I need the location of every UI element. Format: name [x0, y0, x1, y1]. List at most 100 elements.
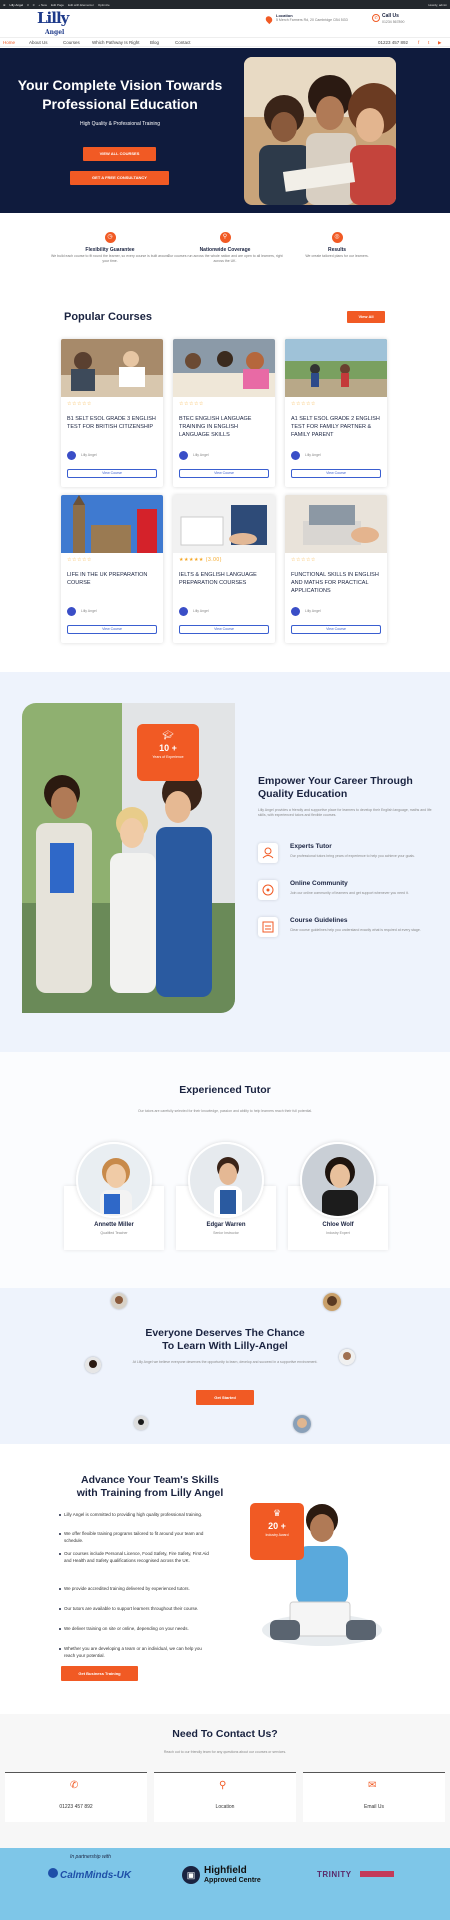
- youtube-icon[interactable]: ▶: [438, 40, 441, 46]
- course-title[interactable]: LIFE IN THE UK PREPARATION COURSE: [67, 571, 157, 587]
- feature-item-desc: Join our online community of learners an…: [290, 891, 409, 895]
- facebook-icon[interactable]: f: [418, 40, 419, 45]
- site-logo[interactable]: Lilly Angel: [37, 11, 69, 37]
- course-title[interactable]: B1 SELT ESOL GRADE 3 ENGLISH TEST FOR BR…: [67, 415, 157, 431]
- chance-title-line1: Everyone Deserves The Chance: [145, 1327, 305, 1339]
- location-icon: ⚲: [219, 1780, 227, 1791]
- admin-elementor[interactable]: Edit with Elementor: [68, 3, 94, 7]
- hero-title-line1: Your Complete Vision Towards: [17, 77, 223, 93]
- tutor-card[interactable]: Edgar Warren Senior Instructor: [176, 1142, 276, 1250]
- business-training-button[interactable]: Get Business Training: [61, 1666, 138, 1681]
- admin-edit-page[interactable]: Edit Page: [51, 3, 64, 7]
- rating-stars: ☆☆☆☆☆: [291, 557, 316, 563]
- nav-contact[interactable]: Contact: [175, 40, 191, 45]
- free-consultancy-button[interactable]: Get A Free Consultancy: [70, 171, 169, 185]
- tutor-role: Industry Expert: [326, 1231, 350, 1235]
- rating-stars: ☆☆☆☆☆: [67, 557, 92, 563]
- admin-user[interactable]: Howdy, admin: [428, 3, 447, 7]
- advance-bullet: Our tutors are available to support lear…: [59, 1605, 214, 1612]
- clock-icon: ◷: [104, 232, 116, 243]
- contact-email-card[interactable]: ✉ Email Us: [303, 1772, 445, 1822]
- view-course-button[interactable]: View Course: [291, 625, 381, 634]
- feature-flexibility: ◷ Flexibility Guarantee We build each co…: [50, 232, 170, 264]
- tutor-card[interactable]: Annette Miller Qualified Teacher: [64, 1142, 164, 1250]
- course-title[interactable]: IELTS & ENGLISH LANGUAGE PREPARATION COU…: [179, 571, 269, 587]
- contact-phone-card[interactable]: ✆ 01223 457 892: [5, 1772, 147, 1822]
- tutor-card[interactable]: Chloe Wolf Industry Expert: [288, 1142, 388, 1250]
- nav-about[interactable]: About Us: [29, 40, 48, 45]
- feature-coverage: ⚲ Nationwide Coverage Our courses run ac…: [165, 232, 285, 264]
- feature-title: Flexibility Guarantee: [85, 247, 135, 253]
- get-started-button[interactable]: Get Started: [196, 1390, 254, 1405]
- chance-desc: At Lilly Angel we believe everyone deser…: [132, 1360, 318, 1364]
- hero-image: [244, 57, 396, 205]
- location-pin-icon: [264, 14, 274, 25]
- course-card[interactable]: ☆☆☆☆☆ B1 SELT ESOL GRADE 3 ENGLISH TEST …: [61, 339, 163, 487]
- nav-phone[interactable]: 01223 457 892: [378, 40, 408, 45]
- experience-badge: 🎓︎ 10 + Years of Experience: [137, 724, 199, 781]
- admin-site-name[interactable]: Lilly Angel: [10, 3, 24, 7]
- view-course-button[interactable]: View Course: [67, 625, 157, 634]
- admin-updates[interactable]: 3: [27, 3, 29, 7]
- tutor-role: Senior Instructor: [213, 1231, 239, 1235]
- floating-avatar: [134, 1416, 148, 1430]
- tutor-name: Chloe Wolf: [322, 1222, 354, 1228]
- view-courses-button[interactable]: View All Courses: [83, 147, 156, 161]
- nav-pathway[interactable]: Which Pathway Is Right: [92, 40, 140, 45]
- course-card[interactable]: ☆☆☆☆☆ A1 SELT ESOL GRADE 2 ENGLISH TEST …: [285, 339, 387, 487]
- course-card[interactable]: ★★★★★ (3.00) IELTS & ENGLISH LANGUAGE PR…: [173, 495, 275, 643]
- view-course-button[interactable]: View Course: [179, 469, 269, 478]
- nav-blog[interactable]: Blog: [150, 40, 159, 45]
- badge-label: Industry Award: [265, 1533, 289, 1537]
- rating-stars: ☆☆☆☆☆: [179, 401, 204, 407]
- advance-bullet: Our courses include Personal Licence, Fo…: [59, 1550, 214, 1564]
- trinity-logo[interactable]: TRINITY: [317, 1870, 352, 1879]
- author-avatar: [179, 451, 188, 460]
- course-title[interactable]: BTEC ENGLISH LANGUAGE TRAINING IN ENGLIS…: [179, 415, 269, 439]
- highfield-icon: ▣: [182, 1866, 200, 1884]
- view-course-button[interactable]: View Course: [67, 469, 157, 478]
- course-title[interactable]: FUNCTIONAL SKILLS IN ENGLISH AND MATHS F…: [291, 571, 381, 595]
- course-card[interactable]: ☆☆☆☆☆ LIFE IN THE UK PREPARATION COURSE …: [61, 495, 163, 643]
- page: ⊕ Lilly Angel 3 0 + New Edit Page Edit w…: [0, 0, 450, 1920]
- highfield-logo[interactable]: Highfield: [204, 1865, 247, 1876]
- admin-comments[interactable]: 0: [33, 3, 35, 7]
- twitter-icon[interactable]: t: [428, 40, 429, 45]
- admin-new[interactable]: + New: [38, 3, 47, 7]
- course-title[interactable]: A1 SELT ESOL GRADE 2 ENGLISH TEST FOR FA…: [291, 415, 381, 439]
- hero-title-line2: Professional Education: [42, 96, 198, 112]
- view-course-button[interactable]: View Course: [179, 625, 269, 634]
- calmminds-icon: [48, 1868, 58, 1878]
- nav-courses[interactable]: Courses: [63, 40, 80, 45]
- view-course-button[interactable]: View Course: [291, 469, 381, 478]
- course-card[interactable]: ☆☆☆☆☆ BTEC ENGLISH LANGUAGE TRAINING IN …: [173, 339, 275, 487]
- contact-desc: Reach out to our friendly team for any q…: [163, 1750, 287, 1754]
- author-name: Lilly Angel: [81, 609, 97, 613]
- feature-item-title: Experts Tutor: [290, 843, 332, 850]
- community-icon: [258, 880, 278, 900]
- feature-desc: We create tailored plans for our learner…: [305, 254, 369, 258]
- hero-title: Your Complete Vision Towards Professiona…: [0, 76, 240, 114]
- hero-section: Your Complete Vision Towards Professiona…: [0, 48, 450, 213]
- trophy-icon: ♛: [272, 1508, 282, 1518]
- contact-location-card[interactable]: ⚲ Location: [154, 1772, 296, 1822]
- feature-item-title: Course Guidelines: [290, 917, 348, 924]
- wp-logo-icon[interactable]: ⊕: [3, 3, 6, 7]
- view-all-button[interactable]: View All: [347, 311, 385, 323]
- tutor-role: Qualified Teacher: [100, 1231, 128, 1235]
- nav-home[interactable]: Home: [3, 40, 15, 45]
- advance-bullet: Lilly Angel is committed to providing hi…: [59, 1511, 214, 1518]
- students-image: [22, 703, 235, 1013]
- author-name: Lilly Angel: [305, 609, 321, 613]
- contact-label: 01223 457 892: [59, 1804, 93, 1810]
- highfield-approved: Approved Centre: [204, 1877, 261, 1884]
- calmminds-logo[interactable]: CalmMinds-UK: [60, 1870, 131, 1881]
- empower-title-line1: Empower Your Career Through: [258, 775, 413, 787]
- feature-item-title: Online Community: [290, 880, 348, 887]
- call-value[interactable]: 01234 567890: [382, 20, 404, 24]
- author-avatar: [291, 607, 300, 616]
- phone-icon: ✆: [70, 1780, 79, 1791]
- feature-title: Nationwide Coverage: [199, 247, 251, 253]
- course-card[interactable]: ☆☆☆☆☆ FUNCTIONAL SKILLS IN ENGLISH AND M…: [285, 495, 387, 643]
- admin-optimize[interactable]: Optimize: [98, 3, 110, 7]
